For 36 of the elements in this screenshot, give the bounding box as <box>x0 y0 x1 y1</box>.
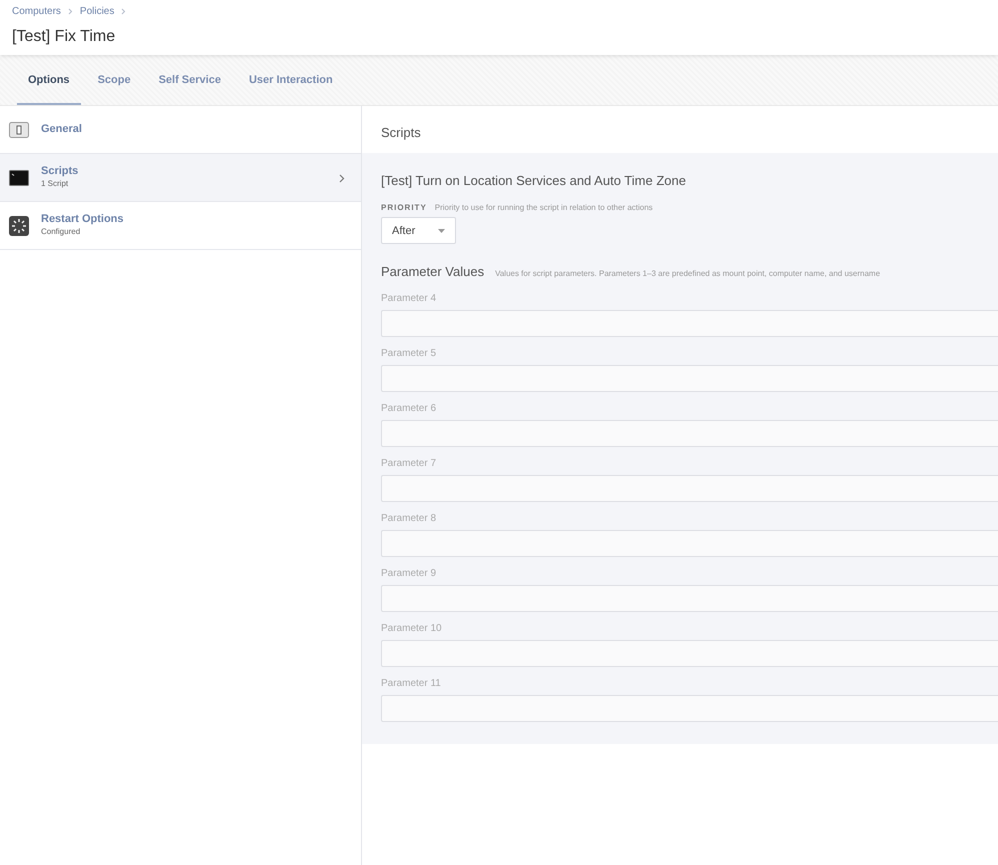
input-field[interactable] <box>381 420 998 447</box>
tab[interactable]: Scope <box>86 55 142 105</box>
section-heading: Parameter Values <box>381 263 484 282</box>
field-label: Parameter 5 <box>381 346 438 361</box>
hint-text: Priority to use for running the script in relation to other actions <box>434 202 653 214</box>
tab[interactable]: Self Service <box>148 55 232 105</box>
switch-icon <box>9 122 29 138</box>
input-field[interactable] <box>381 584 998 612</box>
field-label: Parameter 6 <box>381 402 438 416</box>
input-field[interactable] <box>381 640 998 667</box>
breadcrumb-link[interactable]: Computers <box>12 4 61 19</box>
page-title: [Test] Fix Time <box>12 27 116 47</box>
field-label: Parameter 8 <box>381 512 438 526</box>
priority-dropdown[interactable]: After <box>381 217 456 244</box>
input-field[interactable] <box>381 530 998 557</box>
sidebar-item[interactable]: Scripts 1 Script <box>0 154 361 202</box>
field-label: Parameter 11 <box>381 676 442 691</box>
field-label: Parameter 9 <box>381 566 438 581</box>
chevron-icon <box>121 8 126 15</box>
input-field[interactable] <box>381 310 998 337</box>
input-field[interactable] <box>381 694 998 722</box>
script-name: [Test] Turn on Location Services and Auto Time Zone <box>381 172 687 190</box>
input-field[interactable] <box>381 474 998 502</box>
field-label: PRIORITY <box>381 202 427 214</box>
field-label: Parameter 4 <box>381 292 438 306</box>
field-label: Parameter 10 <box>381 622 443 636</box>
tab[interactable]: User Interaction <box>238 55 344 105</box>
input-field[interactable] <box>381 364 998 392</box>
hint-text: Values for script parameters. Parameters 1–3 are predefined as mount point, computer name, and username <box>495 268 880 280</box>
breadcrumb-link[interactable]: Policies <box>80 4 114 19</box>
terminal-icon <box>9 170 29 186</box>
section-heading: Scripts <box>380 124 422 142</box>
spinner-icon <box>9 216 29 236</box>
caret-icon <box>438 228 445 233</box>
chevron-icon <box>68 8 73 15</box>
field-label: Parameter 7 <box>381 456 438 471</box>
